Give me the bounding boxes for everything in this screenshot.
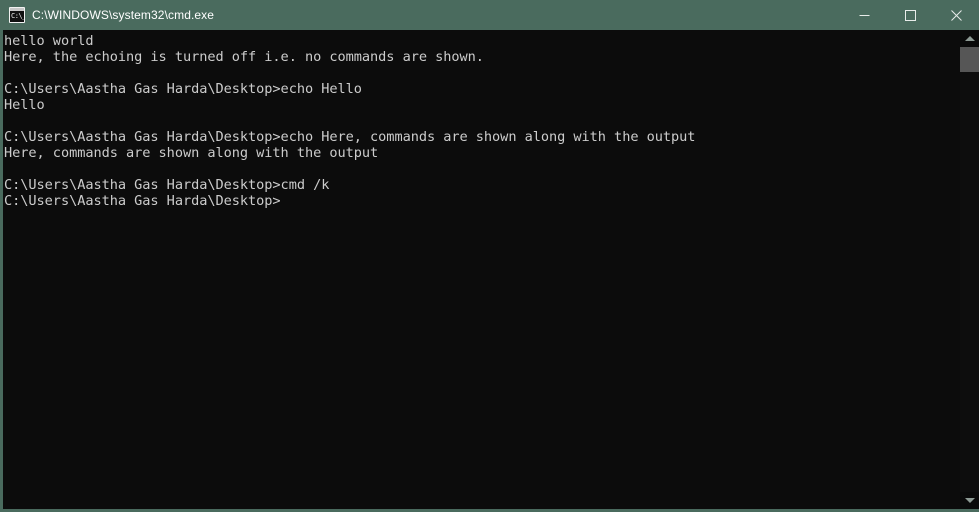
scroll-down-button[interactable] bbox=[960, 492, 979, 509]
cmd-icon-text: C:\_ bbox=[11, 12, 25, 20]
maximize-button[interactable] bbox=[887, 0, 933, 30]
window-title: C:\WINDOWS\system32\cmd.exe bbox=[32, 8, 215, 22]
console-surface[interactable]: hello world Here, the echoing is turned … bbox=[3, 30, 979, 509]
console-output: hello world Here, the echoing is turned … bbox=[4, 33, 696, 209]
title-bar[interactable]: C:\_ C:\WINDOWS\system32\cmd.exe bbox=[0, 0, 979, 30]
maximize-icon bbox=[904, 9, 916, 21]
scroll-up-arrow-icon bbox=[964, 36, 975, 41]
scrollbar-track[interactable] bbox=[960, 47, 979, 492]
console-scrollbar[interactable] bbox=[960, 30, 979, 509]
close-button[interactable] bbox=[933, 0, 979, 30]
close-icon bbox=[950, 9, 962, 21]
minimize-button[interactable] bbox=[841, 0, 887, 30]
cmd-console-icon: C:\_ bbox=[9, 7, 25, 23]
minimize-icon bbox=[859, 14, 869, 16]
cmd-window: C:\_ C:\WINDOWS\system32\cmd.exe hello w… bbox=[0, 0, 979, 512]
window-controls bbox=[841, 0, 979, 30]
console-frame: hello world Here, the echoing is turned … bbox=[0, 30, 979, 512]
scrollbar-thumb[interactable] bbox=[960, 47, 979, 72]
scroll-down-arrow-icon bbox=[964, 498, 975, 503]
scroll-up-button[interactable] bbox=[960, 30, 979, 47]
